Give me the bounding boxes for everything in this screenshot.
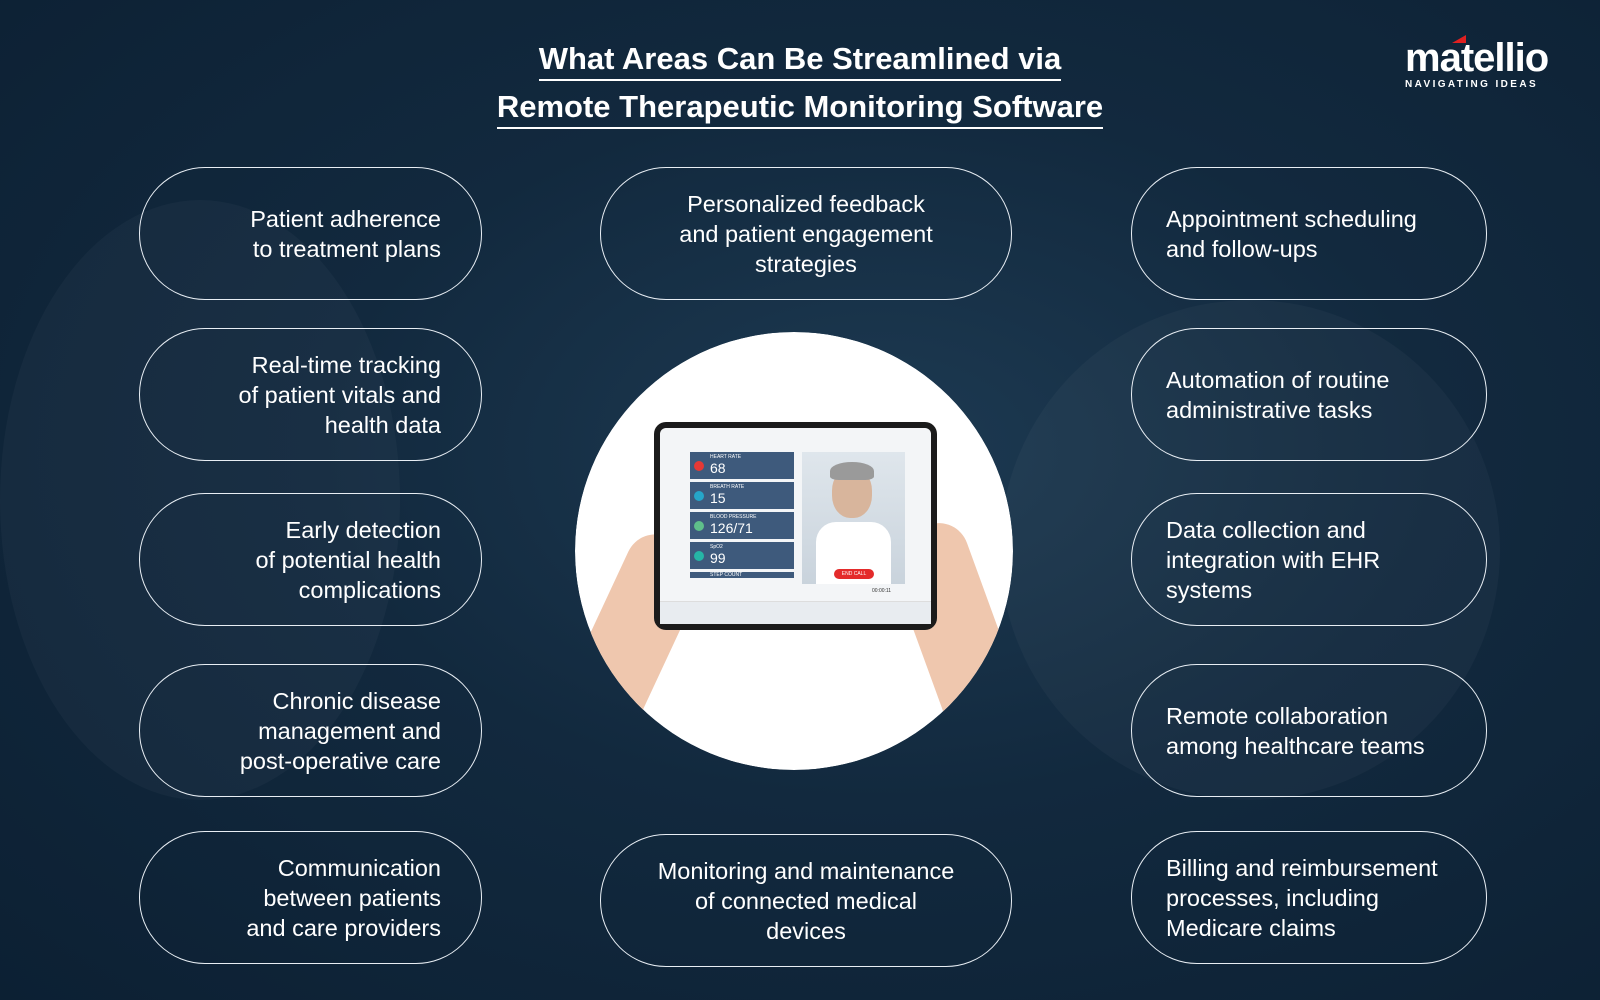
vital-value: 99	[710, 550, 726, 566]
tablet: HEART RATE 68 BREATH RATE 15 BLOOD PRESSURE 1…	[654, 422, 937, 630]
area-pill-center: Personalized feedback and patient engage…	[600, 167, 1012, 300]
area-pill-center: Monitoring and maintenance of connected …	[600, 834, 1012, 967]
area-pill-left: Chronic disease management and post-oper…	[139, 664, 482, 797]
pill-text: Monitoring and maintenance of connected …	[657, 857, 955, 944]
pill-text: Patient adherence to treatment plans	[250, 205, 441, 262]
call-timer: 00:00:11	[872, 588, 892, 594]
vital-card: BREATH RATE 15	[690, 482, 794, 509]
area-pill-left: Early detection of potential health comp…	[139, 493, 482, 626]
vital-card: STEP COUNT	[690, 572, 794, 578]
pill-text: Appointment scheduling and follow-ups	[1166, 205, 1417, 262]
vital-icon	[694, 521, 704, 531]
doctor-video: END CALL	[802, 452, 905, 584]
pill-text: Remote collaboration among healthcare te…	[1166, 702, 1425, 759]
pill-text: Billing and reimbursement processes, inc…	[1166, 854, 1438, 941]
vital-icon	[694, 551, 704, 561]
area-pill-left: Patient adherence to treatment plans	[139, 167, 482, 300]
area-pill-right: Automation of routine administrative tas…	[1131, 328, 1487, 461]
vital-card: HEART RATE 68	[690, 452, 794, 479]
area-pill-right: Billing and reimbursement processes, inc…	[1131, 831, 1487, 964]
vital-value: 68	[710, 460, 726, 476]
pill-text: Communication between patients and care …	[246, 854, 441, 941]
vital-icon	[694, 491, 704, 501]
pill-text: Automation of routine administrative tas…	[1166, 366, 1390, 423]
end-call-button[interactable]: END CALL	[834, 569, 874, 579]
title-line-1: What Areas Can Be Streamlined via	[0, 41, 1600, 81]
title-line-2: Remote Therapeutic Monitoring Software	[0, 89, 1600, 129]
pill-text: Personalized feedback and patient engage…	[679, 190, 933, 277]
pill-text: Early detection of potential health comp…	[255, 516, 441, 603]
vital-value: 15	[710, 490, 726, 506]
area-pill-left: Real-time tracking of patient vitals and…	[139, 328, 482, 461]
area-pill-right: Remote collaboration among healthcare te…	[1131, 664, 1487, 797]
area-pill-left: Communication between patients and care …	[139, 831, 482, 964]
tablet-nav-bar	[660, 601, 931, 624]
pill-text: Real-time tracking of patient vitals and…	[238, 351, 442, 438]
area-pill-right: Data collection and integration with EHR…	[1131, 493, 1487, 626]
area-pill-right: Appointment scheduling and follow-ups	[1131, 167, 1487, 300]
vital-card: BLOOD PRESSURE 126/71	[690, 512, 794, 539]
tablet-photo: HEART RATE 68 BREATH RATE 15 BLOOD PRESSURE 1…	[575, 332, 1013, 770]
vital-card: SpO2 99	[690, 542, 794, 569]
pill-text: Chronic disease management and post-oper…	[239, 687, 441, 774]
pill-text: Data collection and integration with EHR…	[1166, 516, 1381, 603]
vital-value: 126/71	[710, 520, 753, 536]
matellio-logo: matellio NAVIGATING IDEAS	[1405, 35, 1549, 90]
vital-label: STEP COUNT	[710, 572, 743, 578]
vital-icon	[694, 461, 704, 471]
